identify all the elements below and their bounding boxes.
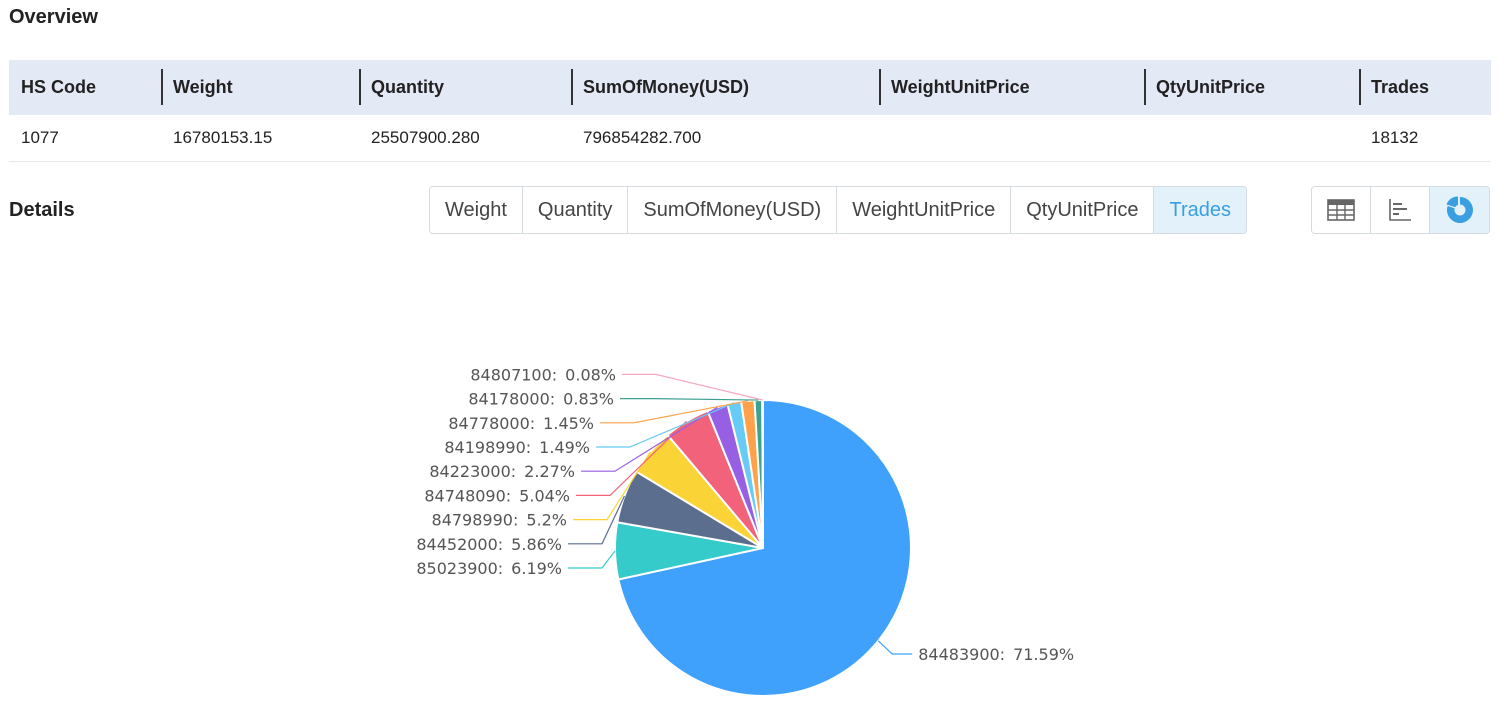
cell-sum-of-money: 796854282.700: [571, 115, 879, 162]
tab-trades[interactable]: Trades: [1154, 187, 1246, 233]
bar-chart-icon: [1389, 199, 1411, 221]
trades-pie-chart: 84483900: 71.59% 85023900: 6.19% 84452000:…: [416, 365, 1074, 697]
overview-title: Overview: [9, 6, 98, 28]
pie-chart-view-button[interactable]: [1430, 187, 1489, 233]
tab-sum-of-money[interactable]: SumOfMoney(USD): [628, 187, 838, 233]
view-mode-toggle: [1311, 186, 1490, 234]
pie-label-84748090: 84748090: 5.04%: [424, 486, 570, 505]
cell-weight: 16780153.15: [161, 115, 359, 162]
page: Overview HS Code Weight Quantity SumOfMo…: [0, 0, 1504, 712]
pie-slice-84807100[interactable]: [761, 398, 764, 549]
pie-label-84452000: 84452000: 5.86%: [416, 535, 562, 554]
bar-chart-view-button[interactable]: [1371, 187, 1430, 233]
table-row: 1077 16780153.15 25507900.280 796854282.…: [9, 115, 1491, 162]
column-header-qty-unit-price: QtyUnitPrice: [1144, 60, 1359, 115]
cell-hs-code: 1077: [9, 115, 161, 162]
details-title: Details: [9, 199, 75, 221]
pie-label-84807100: 84807100: 0.08%: [470, 365, 616, 384]
column-header-quantity: Quantity: [359, 60, 571, 115]
cell-trades: 18132: [1359, 115, 1491, 162]
pie-label-84483900: 84483900: 71.59%: [918, 645, 1074, 664]
column-header-hs-code: HS Code: [9, 60, 161, 115]
table-view-button[interactable]: [1312, 187, 1371, 233]
column-header-weight-unit-price: WeightUnitPrice: [879, 60, 1144, 115]
pie-chart-icon: [1446, 196, 1473, 223]
cell-quantity: 25507900.280: [359, 115, 571, 162]
tab-quantity[interactable]: Quantity: [523, 187, 629, 233]
column-header-trades: Trades: [1359, 60, 1491, 115]
overview-table: HS Code Weight Quantity SumOfMoney(USD) …: [9, 60, 1491, 162]
pie-label-84223000: 84223000: 2.27%: [429, 462, 575, 481]
pie-label-84778000: 84778000: 1.45%: [448, 414, 594, 433]
metric-tabs: Weight Quantity SumOfMoney(USD) WeightUn…: [429, 186, 1247, 234]
pie-label-line-84178000: [620, 398, 759, 401]
overview-header-row: HS Code Weight Quantity SumOfMoney(USD) …: [9, 60, 1491, 115]
tab-qty-unit-price[interactable]: QtyUnitPrice: [1011, 187, 1155, 233]
pie-label-84198990: 84198990: 1.49%: [444, 438, 590, 457]
cell-qty-unit-price: [1144, 115, 1359, 162]
column-header-sum-of-money: SumOfMoney(USD): [571, 60, 879, 115]
column-header-weight: Weight: [161, 60, 359, 115]
table-icon: [1327, 199, 1355, 221]
pie-label-line-84483900: [877, 640, 913, 655]
cell-weight-unit-price: [879, 115, 1144, 162]
tab-weight-unit-price[interactable]: WeightUnitPrice: [837, 187, 1012, 233]
pie-label-85023900: 85023900: 6.19%: [416, 559, 562, 578]
pie-label-line-85023900: [568, 550, 616, 569]
tab-weight[interactable]: Weight: [430, 187, 523, 233]
pie-label-84178000: 84178000: 0.83%: [468, 390, 614, 409]
pie-label-84798990: 84798990: 5.2%: [432, 511, 567, 530]
pie-label-line-84807100: [622, 373, 763, 401]
